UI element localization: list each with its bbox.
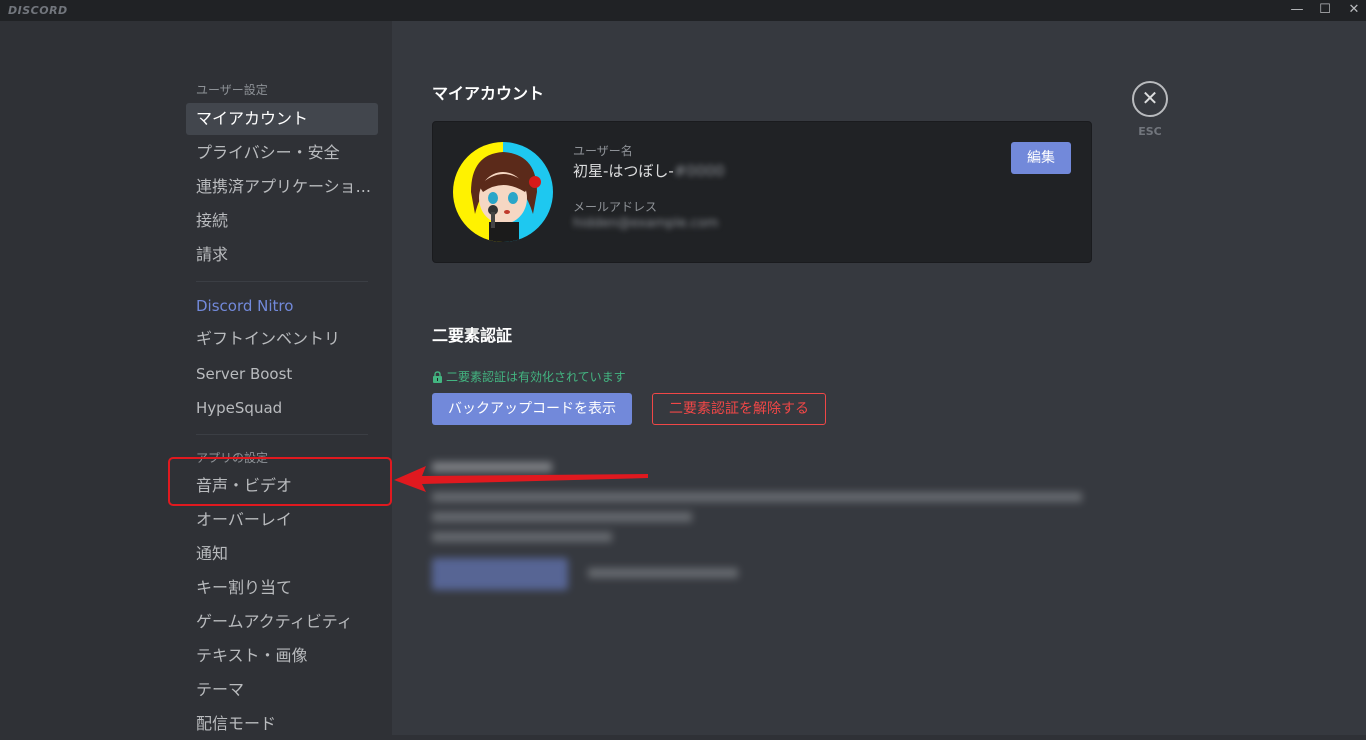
user-settings-header: ユーザー設定 bbox=[196, 83, 268, 97]
two-factor-title: 二要素認証 bbox=[432, 326, 513, 345]
lock-icon bbox=[433, 370, 442, 383]
sidebar-item-notifications[interactable]: 通知 bbox=[186, 538, 378, 570]
sidebar-item-overlay[interactable]: オーバーレイ bbox=[186, 504, 378, 536]
two-factor-status-text: 二要素認証は有効化されています bbox=[446, 370, 626, 384]
username-value: 初星-はつぼし-#0000 bbox=[573, 160, 725, 181]
account-card: ユーザー名 初星-はつぼし-#0000 メールアドレス hidden@examp… bbox=[432, 121, 1092, 263]
username-label: ユーザー名 bbox=[573, 144, 633, 158]
email-value: hidden@example.com bbox=[573, 216, 718, 231]
two-factor-status: 二要素認証は有効化されています bbox=[432, 368, 626, 385]
sidebar-item-privacy[interactable]: プライバシー・安全 bbox=[186, 137, 378, 169]
remove-2fa-button[interactable]: 二要素認証を解除する bbox=[652, 393, 826, 425]
sidebar-item-discord-nitro[interactable]: Discord Nitro bbox=[186, 290, 378, 322]
sidebar-item-connections[interactable]: 接続 bbox=[186, 205, 378, 237]
close-window-icon[interactable]: ✕ bbox=[1342, 0, 1366, 21]
sidebar-item-authorized-apps[interactable]: 連携済アプリケーショ... bbox=[186, 171, 378, 203]
sidebar-divider bbox=[196, 434, 368, 435]
sidebar-item-server-boost[interactable]: Server Boost bbox=[186, 358, 378, 390]
avatar[interactable] bbox=[453, 142, 553, 242]
view-backup-codes-button[interactable]: バックアップコードを表示 bbox=[432, 393, 632, 425]
close-settings-icon[interactable]: ✕ bbox=[1132, 81, 1168, 117]
sidebar-item-hypesquad[interactable]: HypeSquad bbox=[186, 392, 378, 424]
esc-label: ESC bbox=[1138, 125, 1162, 138]
sidebar-item-billing[interactable]: 請求 bbox=[186, 239, 378, 271]
sidebar-item-text-images[interactable]: テキスト・画像 bbox=[186, 640, 378, 672]
minimize-icon[interactable]: — bbox=[1285, 0, 1309, 21]
sidebar-item-my-account[interactable]: マイアカウント bbox=[186, 103, 378, 135]
page-title: マイアカウント bbox=[432, 84, 545, 103]
annotation-highlight bbox=[168, 457, 392, 506]
title-bar: DISCORD — ☐ ✕ bbox=[0, 0, 1366, 21]
sidebar-divider bbox=[196, 281, 368, 282]
sidebar-item-appearance[interactable]: テーマ bbox=[186, 674, 378, 706]
annotation-arrow-icon bbox=[394, 466, 648, 492]
username-text: 初星-はつぼし- bbox=[573, 162, 674, 180]
email-text: hidden@example.com bbox=[573, 216, 719, 231]
sidebar-item-keybinds[interactable]: キー割り当て bbox=[186, 572, 378, 604]
maximize-icon[interactable]: ☐ bbox=[1313, 0, 1337, 21]
username-tag: #0000 bbox=[673, 162, 725, 180]
sidebar-item-game-activity[interactable]: ゲームアクティビティ bbox=[186, 606, 378, 638]
edit-button[interactable]: 編集 bbox=[1011, 142, 1071, 174]
sidebar-item-streamer-mode[interactable]: 配信モード bbox=[186, 708, 378, 740]
email-label: メールアドレス bbox=[573, 200, 658, 214]
sidebar-item-gift-inventory[interactable]: ギフトインベントリ bbox=[186, 323, 378, 355]
discord-logo: DISCORD bbox=[8, 4, 68, 17]
